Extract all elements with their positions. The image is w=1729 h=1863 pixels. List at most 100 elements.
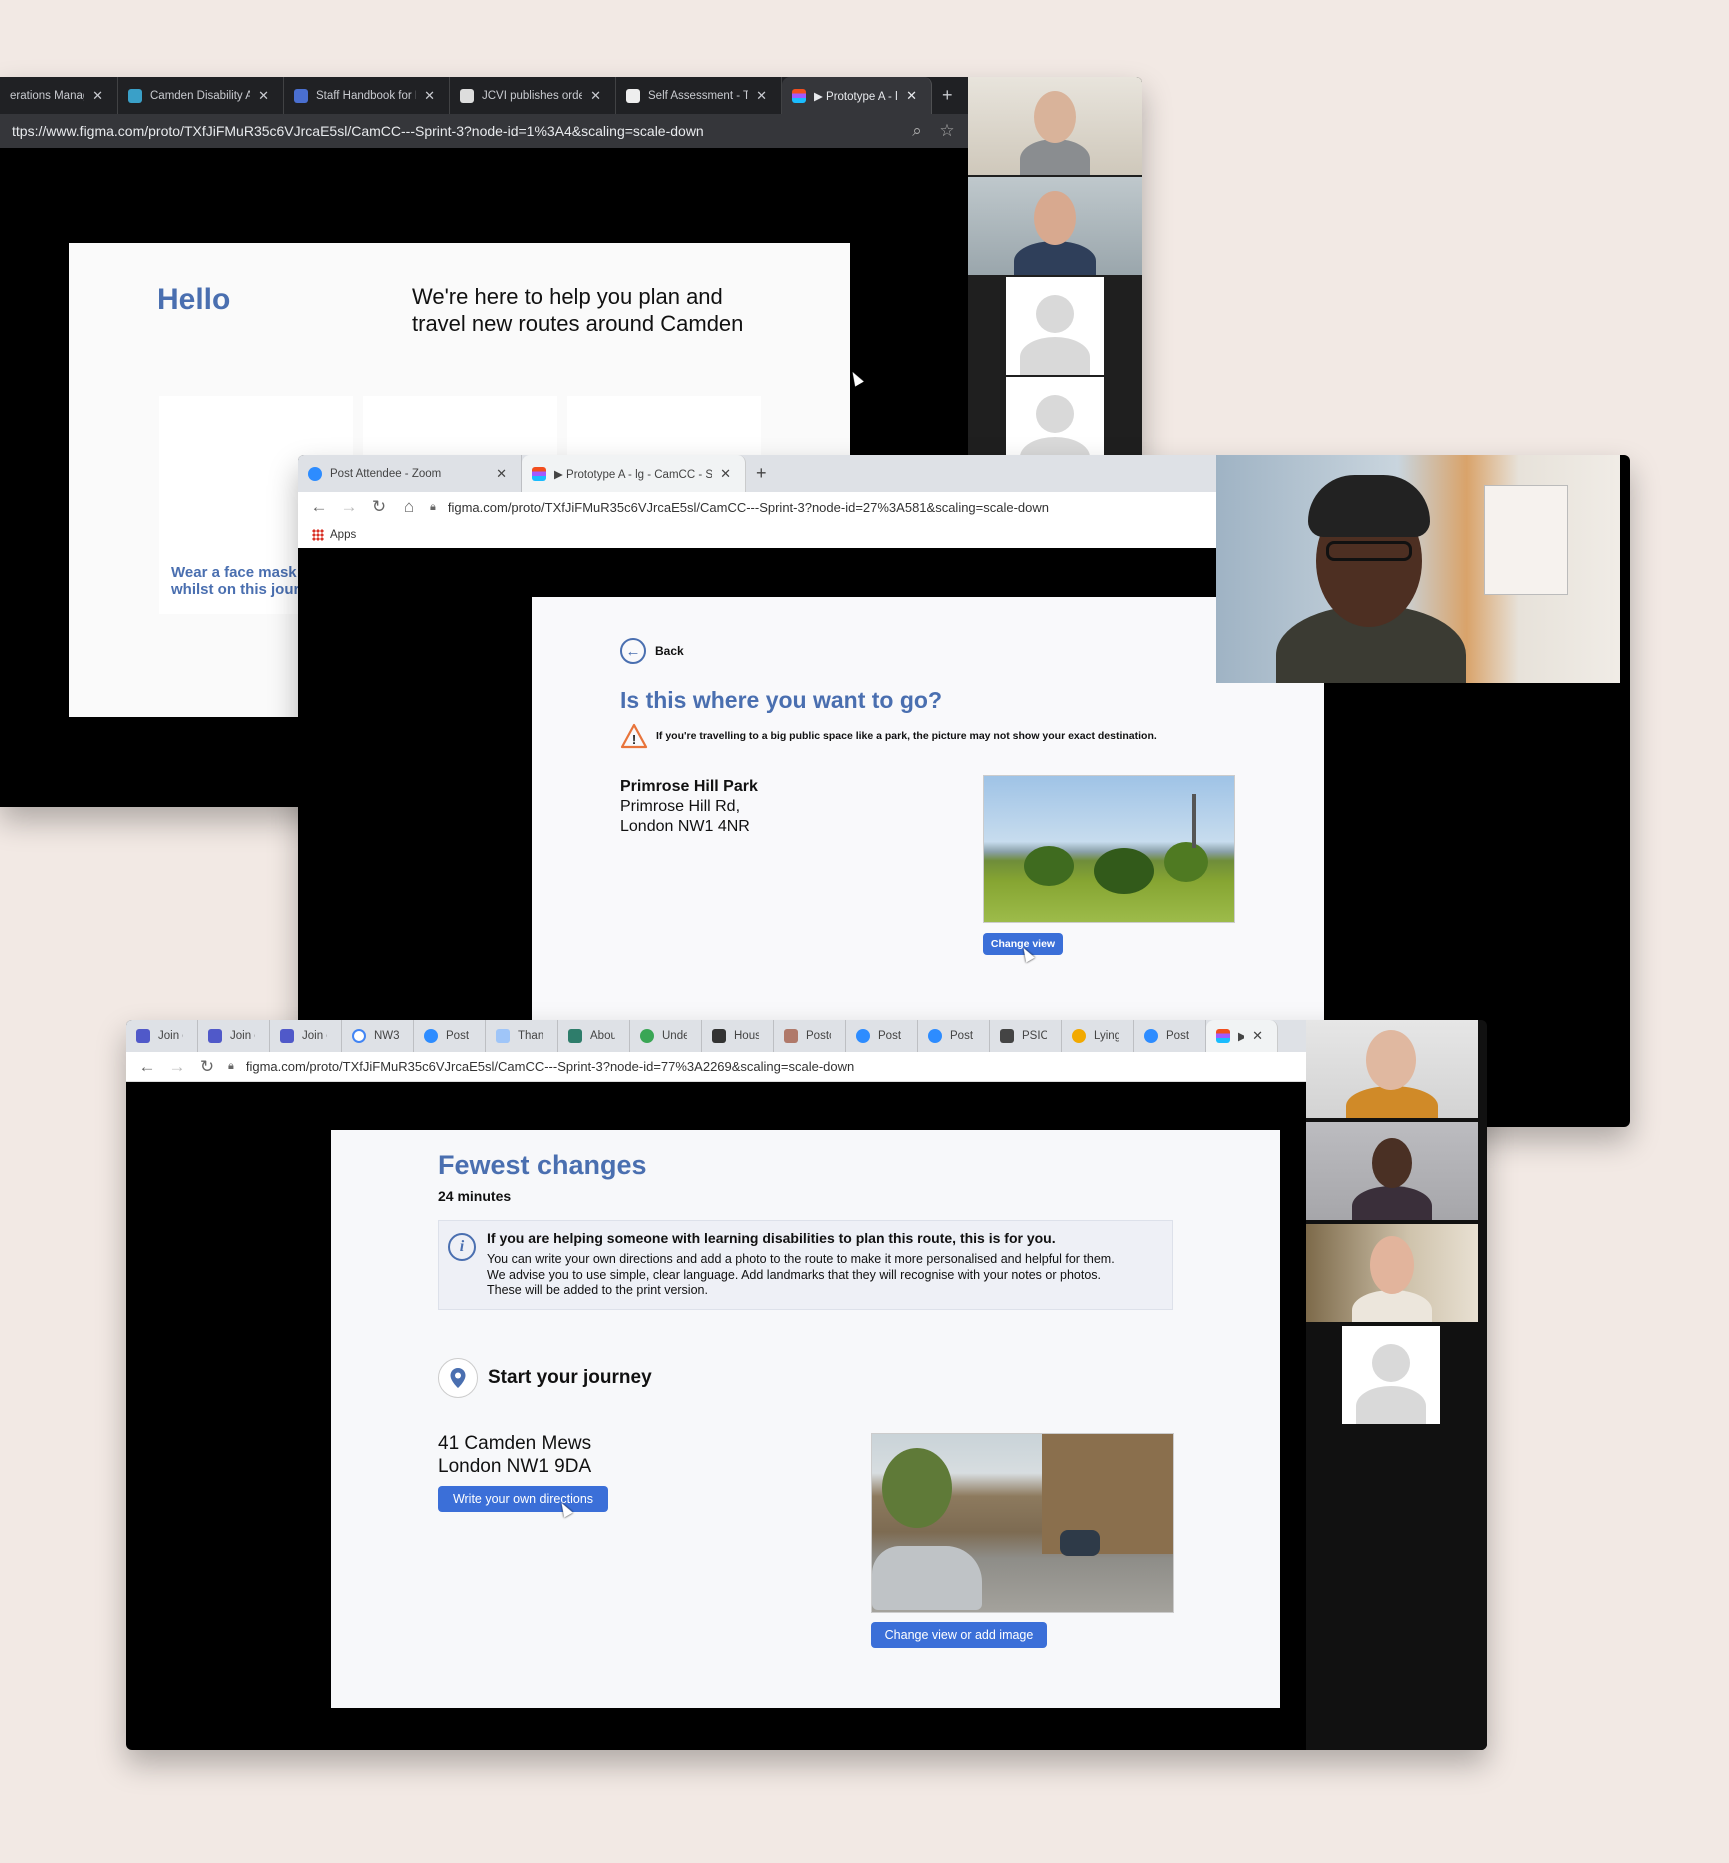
forward-arrow-icon[interactable]: → — [168, 1057, 186, 1077]
page-title: Hello — [157, 283, 231, 316]
tab-thank[interactable]: Thank Y — [486, 1020, 558, 1052]
tree-icon — [1164, 842, 1208, 882]
tab-post-att[interactable]: Post Att — [414, 1020, 486, 1052]
participant-video — [1306, 1224, 1478, 1322]
close-icon[interactable]: ✕ — [424, 88, 435, 104]
google-icon — [352, 1029, 366, 1043]
url-field[interactable]: ttps://www.figma.com/proto/TXfJiFMuR35c6… — [12, 123, 896, 139]
card-line: Wear a face mask — [171, 564, 297, 581]
zoom-icon — [856, 1029, 870, 1043]
hat-shape — [1308, 475, 1430, 537]
house-icon — [712, 1029, 726, 1043]
tab-label: NW3 6 — [374, 1030, 399, 1042]
svg-text:!: ! — [632, 732, 636, 747]
close-icon[interactable]: ✕ — [906, 88, 917, 104]
back-arrow-icon[interactable]: ← — [138, 1057, 156, 1077]
participant-placeholder — [1342, 1326, 1440, 1424]
tab-label: ▶ Prototype A - lg - C — [814, 90, 898, 103]
site-icon — [128, 88, 142, 103]
location-image — [983, 775, 1235, 923]
person-head — [1034, 91, 1076, 143]
tab-self-assessment[interactable]: Self Assessment - Tru ✕ — [616, 77, 782, 114]
lock-icon: 🔒︎ — [228, 1060, 234, 1072]
avatar-body-icon — [1020, 337, 1090, 375]
url-field[interactable]: figma.com/proto/TXfJiFMuR35c6VJrcaE5sl/C… — [448, 500, 1204, 515]
plus-icon: + — [942, 85, 953, 105]
figma-icon — [1216, 1029, 1230, 1043]
close-icon[interactable]: ✕ — [496, 466, 507, 482]
tab-post-attendee-zoom[interactable]: Post Attendee - Zoom ✕ — [298, 455, 522, 492]
tab-unders[interactable]: Unders — [630, 1020, 702, 1052]
tab-join-2[interactable]: Join co — [198, 1020, 270, 1052]
tab-psic[interactable]: PSIC — [990, 1020, 1062, 1052]
tab-post-at-2[interactable]: Post At — [918, 1020, 990, 1052]
teams-icon — [208, 1029, 222, 1043]
place-address: Primrose Hill Park Primrose Hill Rd, Lon… — [620, 777, 758, 837]
close-icon[interactable]: ✕ — [756, 88, 767, 104]
new-tab-button[interactable]: + — [746, 455, 781, 492]
back-link[interactable]: ← Back — [620, 638, 684, 664]
tab-operations-manager[interactable]: erations Manager ✕ — [0, 77, 118, 114]
tab-label: Post Attendee - Zoom — [330, 467, 442, 480]
address-bar: ttps://www.figma.com/proto/TXfJiFMuR35c6… — [0, 114, 968, 148]
tab-lying[interactable]: Lying Ic — [1062, 1020, 1134, 1052]
tree-icon — [1024, 846, 1074, 886]
zoom-icon — [308, 466, 322, 481]
person-head — [1372, 1138, 1412, 1188]
close-icon[interactable]: ✕ — [590, 88, 601, 104]
tree-icon — [882, 1448, 952, 1528]
back-arrow-icon[interactable]: ← — [310, 497, 328, 517]
url-field[interactable]: figma.com/proto/TXfJiFMuR35c6VJrcaE5sl/C… — [246, 1059, 1294, 1074]
reload-icon[interactable]: ↻ — [198, 1057, 216, 1077]
tab-staff-handbook[interactable]: Staff Handbook for Re ✕ — [284, 77, 450, 114]
warning-row: ! If you're travelling to a big public s… — [620, 723, 1157, 749]
close-icon[interactable]: ✕ — [258, 88, 269, 104]
tab-bar: Join co Join co Join co NW3 6 Post Att T… — [126, 1020, 1306, 1052]
tab-prototype-a[interactable]: ▶ Prototype A - lg - C ✕ — [782, 77, 932, 114]
video-participants — [1306, 1020, 1487, 1750]
zoom-icon[interactable]: ⌕ — [908, 121, 926, 141]
tab-jcvi[interactable]: JCVI publishes order o ✕ — [450, 77, 616, 114]
tree-icon — [1094, 848, 1154, 894]
plus-icon: + — [756, 463, 767, 483]
tab-house[interactable]: House — [702, 1020, 774, 1052]
close-icon[interactable]: ✕ — [1252, 1028, 1263, 1044]
reload-icon[interactable]: ↻ — [370, 497, 388, 517]
home-icon[interactable]: ⌂ — [400, 497, 418, 517]
bookmark-apps[interactable]: Apps — [330, 529, 356, 541]
tab-join-3[interactable]: Join co — [270, 1020, 342, 1052]
info-line: We advise you to use simple, clear langu… — [487, 1267, 1101, 1282]
tab-label: Self Assessment - Tru — [648, 89, 749, 102]
tab-post-at-1[interactable]: Post At — [846, 1020, 918, 1052]
tab-prototype-active[interactable]: ▶ P ✕ — [1206, 1020, 1278, 1052]
change-view-add-image-button[interactable]: Change view or add image — [871, 1622, 1047, 1648]
mouse-cursor — [848, 369, 864, 387]
site-icon — [640, 1029, 654, 1043]
close-icon[interactable]: ✕ — [720, 466, 731, 482]
section-title: Start your journey — [488, 1367, 652, 1388]
star-icon[interactable]: ☆ — [938, 121, 956, 141]
tab-label: Post At — [950, 1030, 975, 1042]
tab-prototype-a[interactable]: ▶ Prototype A - lg - CamCC - Sp ✕ — [522, 455, 746, 492]
tab-post-at-3[interactable]: Post At — [1134, 1020, 1206, 1052]
tab-label: JCVI publishes order o — [482, 89, 583, 102]
info-title: If you are helping someone with learning… — [487, 1230, 1056, 1246]
forward-arrow-icon[interactable]: → — [340, 497, 358, 517]
new-tab-button[interactable]: + — [932, 77, 967, 114]
tab-about[interactable]: About L — [558, 1020, 630, 1052]
tab-postco[interactable]: Postco — [774, 1020, 846, 1052]
tab-nw3[interactable]: NW3 6 — [342, 1020, 414, 1052]
tab-label: ▶ Prototype A - lg - CamCC - Sp — [554, 468, 713, 481]
info-body: You can write your own directions and ad… — [487, 1252, 1115, 1299]
write-directions-button[interactable]: Write your own directions — [438, 1486, 608, 1512]
tab-join-1[interactable]: Join co — [126, 1020, 198, 1052]
browser-window-route: Join co Join co Join co NW3 6 Post Att T… — [126, 1020, 1487, 1750]
figma-icon — [792, 88, 806, 103]
car-shape — [872, 1546, 982, 1610]
close-icon[interactable]: ✕ — [92, 88, 103, 104]
tab-label: Thank Y — [518, 1030, 543, 1042]
participant-video — [1306, 1020, 1478, 1118]
tab-label: Join co — [158, 1030, 183, 1042]
tab-camden-disability[interactable]: Camden Disability Act ✕ — [118, 77, 284, 114]
tab-label: erations Manager — [10, 89, 84, 102]
